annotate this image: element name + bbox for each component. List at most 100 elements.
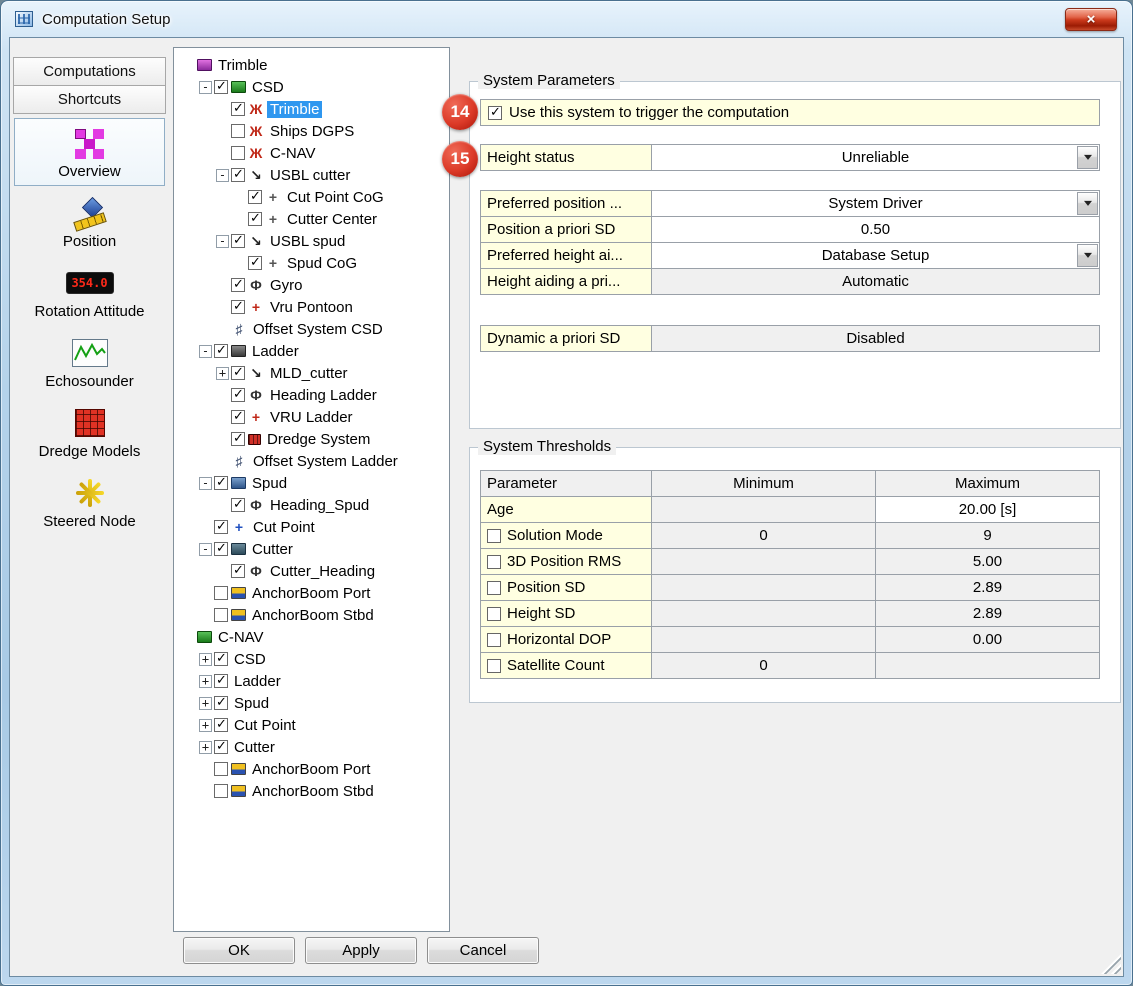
tree-node-label[interactable]: AnchorBoom Port: [249, 585, 373, 602]
tree-node[interactable]: ♯Offset System Ladder: [176, 450, 449, 472]
collapse-icon[interactable]: -: [199, 477, 212, 490]
sidebar-item-position[interactable]: Position: [14, 188, 165, 256]
tree-node-label[interactable]: MLD_cutter: [267, 365, 351, 382]
tree-checkbox[interactable]: [231, 124, 245, 138]
tree-node-label[interactable]: VRU Ladder: [267, 409, 356, 426]
tree-node[interactable]: +VRU Ladder: [176, 406, 449, 428]
sidebar-item-echosounder[interactable]: Echosounder: [14, 328, 165, 396]
tree-node[interactable]: - Cutter: [176, 538, 449, 560]
threshold-checkbox[interactable]: [487, 555, 501, 569]
tree-node-label[interactable]: Trimble: [267, 101, 322, 118]
tree-node-label[interactable]: USBL spud: [267, 233, 348, 250]
tree-node[interactable]: +↘MLD_cutter: [176, 362, 449, 384]
tree-node-label[interactable]: USBL cutter: [267, 167, 353, 184]
collapse-icon[interactable]: -: [199, 345, 212, 358]
tree-node-label[interactable]: CSD: [249, 79, 287, 96]
tree-checkbox[interactable]: [231, 498, 245, 512]
titlebar[interactable]: Computation Setup ×: [1, 1, 1132, 37]
tree-node[interactable]: +Spud: [176, 692, 449, 714]
tree-checkbox[interactable]: [231, 366, 245, 380]
dropdown-arrow-icon[interactable]: [1077, 244, 1098, 267]
tree-checkbox[interactable]: [231, 102, 245, 116]
expand-icon[interactable]: +: [199, 675, 212, 688]
expand-icon[interactable]: +: [199, 653, 212, 666]
tree-node-label[interactable]: Cutter: [231, 739, 278, 756]
tree-checkbox[interactable]: [231, 432, 245, 446]
collapse-icon[interactable]: -: [199, 543, 212, 556]
tree-node[interactable]: C-NAV: [176, 626, 449, 648]
tree-node-label[interactable]: Trimble: [215, 57, 270, 74]
tree-checkbox[interactable]: [214, 652, 228, 666]
tree-checkbox[interactable]: [214, 520, 228, 534]
param-combobox[interactable]: Database Setup: [651, 242, 1100, 269]
tree-checkbox[interactable]: [248, 256, 262, 270]
collapse-icon[interactable]: -: [199, 81, 212, 94]
sidebar-item-steered-node[interactable]: Steered Node: [14, 468, 165, 536]
collapse-icon[interactable]: -: [216, 169, 229, 182]
dropdown-arrow-icon[interactable]: [1077, 192, 1098, 215]
tree-node-label[interactable]: Cutter_Heading: [267, 563, 378, 580]
tree-node[interactable]: +Ladder: [176, 670, 449, 692]
tree-node-label[interactable]: AnchorBoom Port: [249, 761, 373, 778]
tree-node-label[interactable]: Spud CoG: [284, 255, 360, 272]
height-status-combobox[interactable]: Unreliable: [651, 144, 1100, 171]
tree-node[interactable]: -↘USBL spud: [176, 230, 449, 252]
tree-node-label[interactable]: Heading Ladder: [267, 387, 380, 404]
shortcuts-tab[interactable]: Shortcuts: [13, 85, 166, 114]
threshold-checkbox[interactable]: [487, 633, 501, 647]
tree-node[interactable]: + Cut Point: [176, 714, 449, 736]
tree-node-label[interactable]: Ladder: [249, 343, 302, 360]
tree-node-label[interactable]: Spud: [231, 695, 272, 712]
expand-icon[interactable]: +: [216, 367, 229, 380]
expand-icon[interactable]: +: [199, 719, 212, 732]
tree-checkbox[interactable]: [214, 542, 228, 556]
tree-node-label[interactable]: Cut Point: [231, 717, 299, 734]
tree-node-label[interactable]: Cutter: [249, 541, 296, 558]
tree-node[interactable]: ЖShips DGPS: [176, 120, 449, 142]
threshold-checkbox[interactable]: [487, 581, 501, 595]
threshold-checkbox[interactable]: [487, 607, 501, 621]
tree-node[interactable]: Dredge System: [176, 428, 449, 450]
tree-node-label[interactable]: Dredge System: [264, 431, 373, 448]
tree-node[interactable]: ♯Offset System CSD: [176, 318, 449, 340]
tree-node[interactable]: ЖC-NAV: [176, 142, 449, 164]
tree-node[interactable]: -Spud: [176, 472, 449, 494]
threshold-maximum-cell[interactable]: 20.00 [s]: [875, 496, 1100, 523]
tree-node-label[interactable]: C-NAV: [215, 629, 267, 646]
tree-node-label[interactable]: AnchorBoom Stbd: [249, 783, 377, 800]
tree-node[interactable]: AnchorBoom Port: [176, 582, 449, 604]
tree-checkbox[interactable]: [214, 608, 228, 622]
threshold-checkbox[interactable]: [487, 529, 501, 543]
tree-node[interactable]: ΦGyro: [176, 274, 449, 296]
expand-icon[interactable]: +: [199, 741, 212, 754]
tree-node-label[interactable]: Offset System CSD: [250, 321, 386, 338]
tree-node-label[interactable]: Gyro: [267, 277, 306, 294]
tree-node[interactable]: -↘USBL cutter: [176, 164, 449, 186]
trigger-computation-row[interactable]: Use this system to trigger the computati…: [480, 99, 1100, 126]
tree-node[interactable]: +CSD: [176, 648, 449, 670]
tree-checkbox[interactable]: [248, 212, 262, 226]
trigger-checkbox[interactable]: [488, 106, 502, 120]
ok-button[interactable]: OK: [183, 937, 295, 964]
tree-node[interactable]: AnchorBoom Stbd: [176, 780, 449, 802]
tree-checkbox[interactable]: [214, 784, 228, 798]
tree-node[interactable]: AnchorBoom Stbd: [176, 604, 449, 626]
tree-node[interactable]: ΦHeading Ladder: [176, 384, 449, 406]
tree-checkbox[interactable]: [231, 168, 245, 182]
tree-checkbox[interactable]: [214, 344, 228, 358]
tree-node-label[interactable]: AnchorBoom Stbd: [249, 607, 377, 624]
tree-node-label[interactable]: C-NAV: [267, 145, 319, 162]
tree-node[interactable]: ЖTrimble: [176, 98, 449, 120]
tree-checkbox[interactable]: [231, 410, 245, 424]
tree-node-label[interactable]: Ships DGPS: [267, 123, 357, 140]
close-button[interactable]: ×: [1065, 8, 1117, 31]
dropdown-arrow-icon[interactable]: [1077, 146, 1098, 169]
tree-checkbox[interactable]: [214, 80, 228, 94]
tree-node[interactable]: ΦHeading_Spud: [176, 494, 449, 516]
param-value[interactable]: 0.50: [651, 216, 1100, 243]
tree-checkbox[interactable]: [214, 718, 228, 732]
tree-checkbox[interactable]: [231, 278, 245, 292]
tree-checkbox[interactable]: [248, 190, 262, 204]
tree-node-label[interactable]: Cut Point CoG: [284, 189, 387, 206]
tree-checkbox[interactable]: [214, 476, 228, 490]
